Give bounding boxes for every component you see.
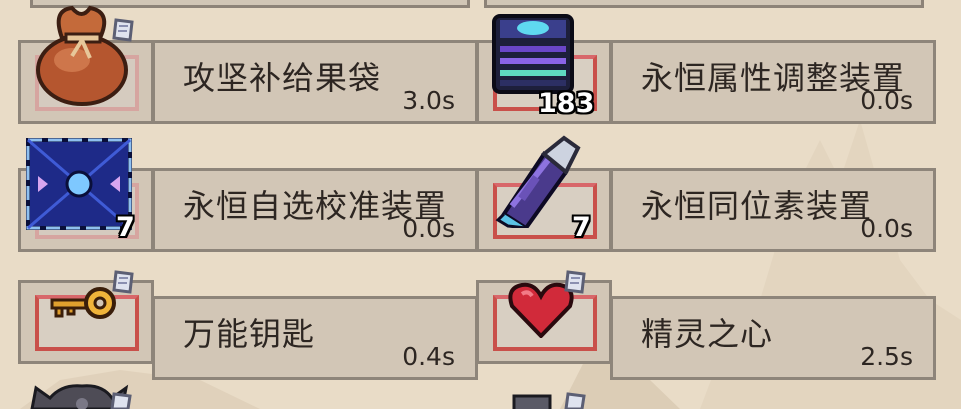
crystal-badge-icon (112, 18, 134, 42)
item-name: 永恒同位素装置 (641, 187, 873, 225)
item-info-panel: 永恒自选校准装置 0.0s (152, 168, 478, 252)
item-info-panel: 精灵之心 2.5s (610, 296, 936, 380)
item-info-panel: 攻坚补给果袋 3.0s (152, 40, 478, 124)
item-time: 0.0s (860, 86, 913, 115)
item-card[interactable]: 永恒属性调整装置 0.0s 183 (476, 0, 941, 124)
item-count: 7 (572, 212, 591, 243)
item-time: 0.0s (402, 214, 455, 243)
item-count: 183 (538, 88, 595, 119)
cyber-cube-icon (492, 14, 574, 94)
item-count: 7 (116, 212, 135, 243)
item-info-panel: 万能钥匙 0.4s (152, 296, 478, 380)
item-time: 2.5s (860, 342, 913, 371)
item-name: 万能钥匙 (183, 315, 316, 353)
item-card[interactable]: 攻坚补给果袋 3.0s (18, 0, 483, 124)
item-card[interactable]: 永恒同位素装置 0.0s 7 (476, 128, 941, 252)
item-name: 精灵之心 (641, 315, 774, 353)
item-card[interactable]: 精灵之心 2.5s (476, 256, 941, 380)
item-card[interactable]: 万能钥匙 0.4s (18, 256, 483, 380)
item-time: 0.4s (402, 342, 455, 371)
item-time: 3.0s (402, 86, 455, 115)
partial-item-icon (512, 394, 552, 409)
crystal-badge-icon (110, 392, 132, 409)
crystal-badge-icon (564, 270, 586, 294)
item-card[interactable]: 永恒自选校准装置 0.0s 7 (18, 128, 483, 252)
item-info-panel: 永恒同位素装置 0.0s (610, 168, 936, 252)
item-info-panel: 永恒属性调整装置 0.0s (610, 40, 936, 124)
treasure-bag-icon (36, 5, 128, 106)
isotope-capsule-icon (495, 135, 581, 228)
crystal-badge-icon (112, 270, 134, 294)
crystal-badge-icon (564, 392, 586, 409)
item-time: 0.0s (860, 214, 913, 243)
item-name: 攻坚补给果袋 (183, 59, 382, 97)
